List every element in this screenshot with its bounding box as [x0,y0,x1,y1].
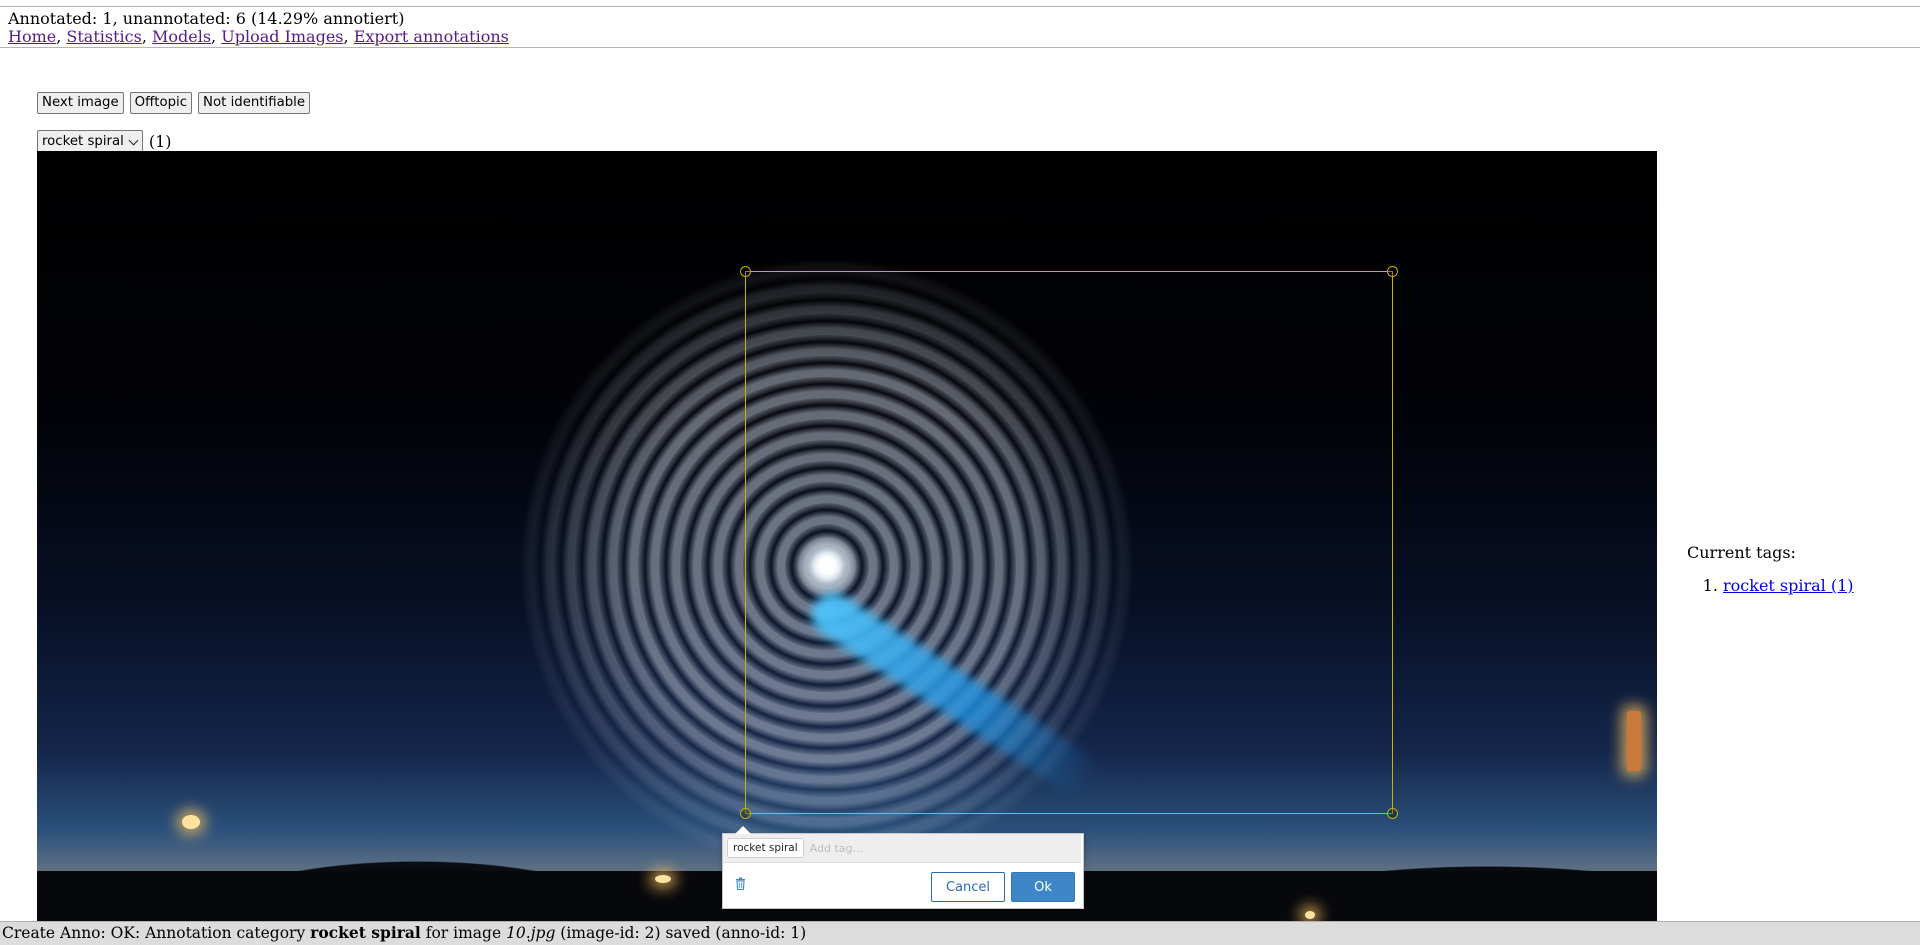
status-category: rocket spiral [310,923,421,942]
chevron-down-icon [128,135,139,146]
nav-separator: , [211,27,222,46]
tag-link-rocket-spiral[interactable]: rocket spiral (1) [1723,576,1854,595]
status-image-name: 10.jpg [506,924,556,942]
ok-button[interactable]: Ok [1011,872,1075,902]
tag-chip[interactable]: rocket spiral [727,838,804,858]
nav-separator: , [343,27,354,46]
status-prefix: Create Anno: OK: Annotation category [2,924,311,942]
category-selector: rocket spiral (1) [37,130,172,153]
status-bar: Create Anno: OK: Annotation category roc… [0,921,1920,945]
nav-statistics-link[interactable]: Statistics [66,27,141,46]
list-item: rocket spiral (1) [1723,576,1854,595]
street-light [1305,911,1315,919]
main-nav: Home, Statistics, Models, Upload Images,… [8,27,509,47]
street-light [655,875,671,883]
image-actions: Next image Offtopic Not identifiable [37,92,311,114]
nav-upload-images-link[interactable]: Upload Images [221,27,343,46]
nav-export-annotations-link[interactable]: Export annotations [354,27,509,46]
current-tags-list: rocket spiral (1) [1687,576,1854,595]
nav-separator: , [56,27,67,46]
resize-handle-bottom-right[interactable] [1387,808,1398,819]
nav-models-link[interactable]: Models [152,27,211,46]
resize-handle-bottom-left[interactable] [740,808,751,819]
cancel-button[interactable]: Cancel [931,872,1005,902]
not-identifiable-button[interactable]: Not identifiable [198,92,311,114]
trash-icon[interactable] [735,877,746,890]
add-tag-input[interactable] [807,840,1032,856]
offtopic-button[interactable]: Offtopic [129,92,193,114]
status-mid: for image [420,924,507,942]
next-image-button[interactable]: Next image [37,92,124,114]
category-selected-value: rocket spiral [42,134,124,149]
annotation-editor-popup: rocket spiral Cancel Ok [722,826,1084,909]
category-count: (1) [148,132,172,151]
current-tags-panel: Current tags: rocket spiral (1) [1687,543,1854,595]
nav-home-link[interactable]: Home [8,27,56,46]
nav-rule [0,47,1920,48]
street-light [182,815,200,829]
resize-handle-top-left[interactable] [740,266,751,277]
annotation-status: Annotated: 1, unannotated: 6 (14.29% ann… [8,9,405,28]
current-tags-title: Current tags: [1687,543,1796,562]
building-light [1627,711,1641,771]
status-suffix: (image-id: 2) saved (anno-id: 1) [555,924,807,942]
category-select[interactable]: rocket spiral [37,130,143,153]
top-rule [0,6,1920,7]
nav-separator: , [141,27,152,46]
tag-bar: rocket spiral [723,834,1081,863]
annotation-bounding-box[interactable] [740,266,1398,819]
resize-handle-top-right[interactable] [1387,266,1398,277]
annotation-canvas[interactable] [37,151,1657,921]
